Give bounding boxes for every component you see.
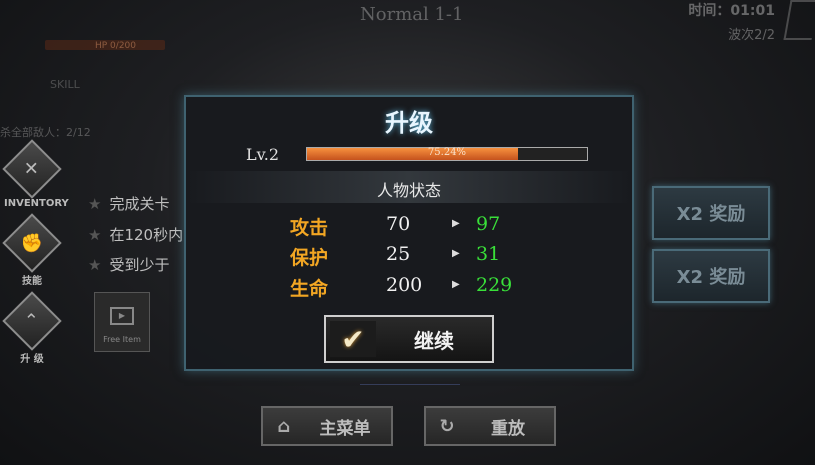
sidebar-label: INVENTORY [4, 198, 69, 209]
checkmark-icon: ✔ [330, 321, 376, 357]
shield-icon: ✕ [2, 139, 62, 199]
quest-item: ★ 受到少于 [88, 256, 170, 274]
chevron-up-icon: ⌃ [2, 291, 62, 351]
free-item-label: Free Item [103, 335, 141, 344]
replay-button[interactable]: ↻ 重放 [424, 406, 556, 446]
x2-reward-button[interactable]: X2 奖励 [652, 186, 770, 240]
main-menu-label: 主菜单 [319, 418, 371, 439]
home-icon: ⌂ [277, 415, 291, 437]
dialog-title: 升级 [385, 109, 433, 137]
x2-reward-button[interactable]: X2 奖励 [652, 249, 770, 303]
kill-objective: 杀全部敌人：2/12 [0, 126, 91, 139]
replay-label: 重放 [491, 418, 525, 439]
divider [360, 384, 460, 393]
stat-row-health: 生命 200 ▶ 229 [290, 274, 530, 302]
stat-old-value: 200 [386, 274, 423, 296]
fist-icon: ✊ [2, 213, 62, 273]
stat-new-value: 31 [476, 243, 501, 265]
continue-label: 继续 [414, 328, 454, 353]
pause-button[interactable] [783, 0, 815, 40]
star-icon: ★ [88, 195, 102, 213]
status-title: 人物状态 [376, 181, 441, 200]
sidebar-label: 升 级 [20, 354, 44, 365]
stat-new-value: 97 [476, 213, 501, 235]
main-menu-button[interactable]: ⌂ 主菜单 [261, 406, 393, 446]
level-up-dialog: 升级 Lv.2 75.24% 人物状态 攻击 70 ▶ 97 保护 25 ▶ 3… [184, 95, 634, 371]
arrow-right-icon: ▶ [452, 218, 460, 229]
stat-name: 生命 [290, 278, 329, 300]
timer: 时间：01:01 [688, 3, 775, 19]
hp-text: HP 0/200 [95, 41, 136, 51]
xp-progress-bar: 75.24% [306, 147, 588, 161]
continue-button[interactable]: ✔ 继续 [324, 315, 494, 363]
stat-row-defense: 保护 25 ▶ 31 [290, 243, 530, 271]
stat-old-value: 25 [386, 243, 411, 265]
stat-name: 保护 [290, 247, 329, 269]
stage-title: Normal 1-1 [360, 4, 464, 25]
arrow-right-icon: ▶ [452, 279, 460, 290]
video-play-icon: ▶ [110, 307, 134, 325]
stat-new-value: 229 [476, 274, 513, 296]
stat-old-value: 70 [386, 213, 411, 235]
quest-item: ★ 完成关卡 [88, 195, 170, 213]
skill-label: SKILL [50, 78, 80, 91]
sidebar-item-inventory[interactable]: ✕ INVENTORY [2, 139, 69, 209]
xp-percent: 75.24% [427, 147, 467, 158]
sidebar-item-upgrade[interactable]: ⌃ 升 级 [2, 291, 62, 365]
stat-row-attack: 攻击 70 ▶ 97 [290, 213, 530, 241]
star-icon: ★ [88, 226, 102, 244]
star-icon: ★ [88, 256, 102, 274]
replay-icon: ↻ [439, 415, 455, 437]
sidebar-label: 技能 [22, 276, 42, 287]
wave-counter: 波次2/2 [728, 28, 775, 43]
level-label: Lv.2 [246, 145, 280, 164]
stat-name: 攻击 [290, 217, 329, 239]
sidebar-item-skills[interactable]: ✊ 技能 [2, 213, 62, 287]
quest-item: ★ 在120秒内 [88, 226, 184, 244]
arrow-right-icon: ▶ [452, 248, 460, 259]
free-item-button[interactable]: ▶ Free Item [94, 292, 150, 352]
